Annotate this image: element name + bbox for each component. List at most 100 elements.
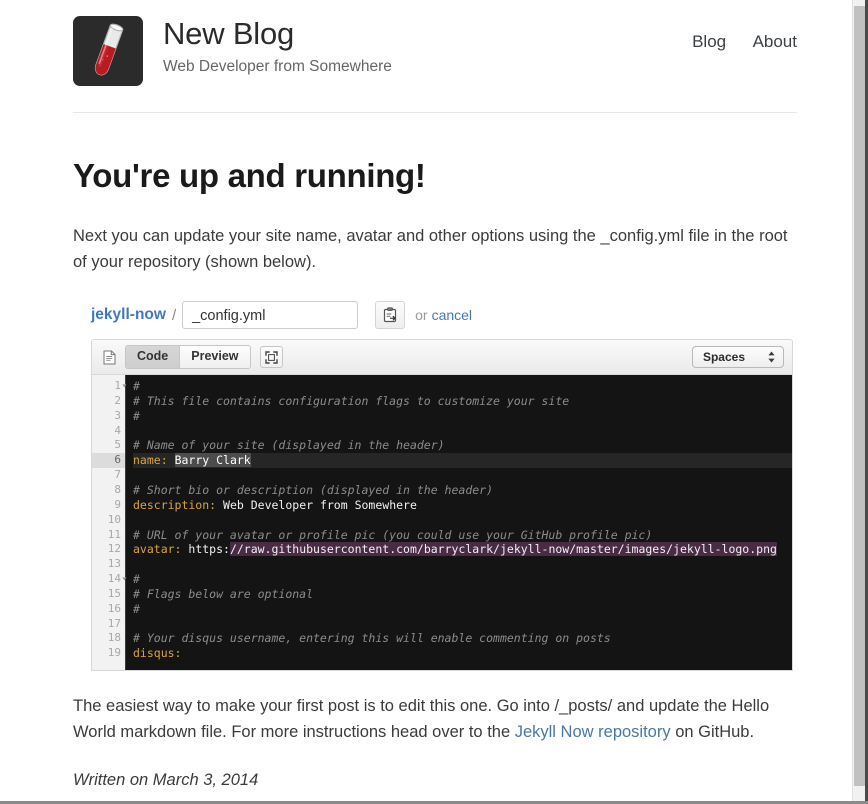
line-number: 17 xyxy=(107,616,121,630)
test-tube-icon xyxy=(94,23,124,76)
code-line: # xyxy=(133,409,792,424)
file-text-icon xyxy=(103,350,116,365)
code-token: # Your disqus username, entering this wi… xyxy=(133,631,611,646)
line-number: 10 xyxy=(107,512,121,526)
updown-arrows-icon xyxy=(767,350,776,364)
line-number: 5 xyxy=(114,438,121,452)
or-label: or xyxy=(415,307,428,324)
code-token: //raw.githubusercontent.com/barryclark/j… xyxy=(229,542,777,557)
code-token: # xyxy=(133,572,140,587)
line-number: 1 ▾ xyxy=(114,379,128,393)
post: You're up and running! Next you can upda… xyxy=(73,113,797,790)
code-line: # xyxy=(133,572,792,587)
code-lines[interactable]: # # This file contains configuration flag… xyxy=(126,375,792,670)
page-viewport: New Blog Web Developer from Somewhere Bl… xyxy=(0,0,852,804)
tab-code[interactable]: Code xyxy=(126,346,181,369)
line-number: 3 xyxy=(114,408,121,422)
code-line: # xyxy=(133,602,792,617)
post-intro-paragraph: Next you can update your site name, avat… xyxy=(73,226,788,271)
code-token: # Flags below are optional xyxy=(133,586,314,601)
site-nav: Blog About xyxy=(670,12,797,52)
line-number: 2 xyxy=(114,393,121,407)
code-token: # xyxy=(133,408,140,423)
code-line: avatar: https://raw.githubusercontent.co… xyxy=(133,542,792,557)
cancel-link[interactable]: cancel xyxy=(432,307,472,323)
code-token: # xyxy=(133,379,140,394)
code-token: Barry Clark xyxy=(174,453,251,468)
nav-link-about[interactable]: About xyxy=(753,32,797,51)
breadcrumb-repo-link[interactable]: jekyll-now xyxy=(91,306,166,324)
jekyll-now-repository-link[interactable]: Jekyll Now repository xyxy=(515,723,671,741)
line-number: 11 xyxy=(107,527,121,541)
site-name[interactable]: New Blog xyxy=(163,16,392,52)
code-token: Web Developer from Somewhere xyxy=(223,497,417,512)
editor-breadcrumb: jekyll-now / _config.yml or cancel xyxy=(73,297,795,339)
line-number: 18 xyxy=(107,631,121,645)
code-token: # Short bio or description (displayed in… xyxy=(133,482,494,497)
fullscreen-glyph xyxy=(264,350,278,364)
line-number: 4 xyxy=(114,423,121,437)
fullscreen-icon[interactable] xyxy=(259,346,283,369)
line-number: 9 xyxy=(114,497,121,511)
outro-text-after-link: on GitHub. xyxy=(670,723,755,742)
editor-panel: Code Preview Spaces 1 ▾ 2 3 4 5 6 7 8 9 … xyxy=(91,339,793,672)
avatar xyxy=(73,16,143,86)
indent-select[interactable]: Spaces xyxy=(691,346,784,369)
indent-select-label: Spaces xyxy=(702,350,745,365)
breadcrumb-separator: / xyxy=(171,306,177,324)
file-text-glyph xyxy=(103,350,116,365)
line-number: 12 xyxy=(107,542,121,556)
code-line: description: Web Developer from Somewher… xyxy=(133,498,792,513)
code-line: name: Barry Clark xyxy=(133,453,792,469)
line-number: 6 xyxy=(92,453,125,469)
code-token: name: xyxy=(133,453,168,468)
site-titles: New Blog Web Developer from Somewhere xyxy=(163,12,392,76)
line-number-gutter: 1 ▾ 2 3 4 5 6 7 8 9 10 11 12 13 14 ▾ 15 16 17 18 19 xyxy=(92,375,128,671)
code-token: # This file contains configuration flags… xyxy=(133,393,570,408)
code-line: # Your disqus username, entering this wi… xyxy=(133,631,792,646)
code-token: # xyxy=(133,601,140,616)
code-token: avatar: xyxy=(133,542,182,557)
line-number: 19 xyxy=(107,646,121,660)
filename-input[interactable]: _config.yml xyxy=(182,301,359,330)
code-token: https: xyxy=(188,542,230,557)
code-line: # Name of your site (displayed in the he… xyxy=(133,438,792,453)
clipboard-copy-icon[interactable] xyxy=(375,301,406,330)
code-token: description: xyxy=(133,497,217,512)
line-number: 8 xyxy=(114,482,121,496)
line-number: 7 xyxy=(114,468,121,482)
clipboard-copy-glyph xyxy=(383,307,396,323)
post-title: You're up and running! xyxy=(73,157,426,194)
line-number: 14 ▾ xyxy=(107,572,128,586)
code-line: disqus: xyxy=(133,646,792,661)
line-number: 15 xyxy=(107,586,121,600)
post-date: Written on March 3, 2014 xyxy=(73,771,259,790)
github-editor-screenshot: jekyll-now / _config.yml or cancel Code … xyxy=(73,297,795,672)
site-header: New Blog Web Developer from Somewhere Bl… xyxy=(73,12,797,113)
code-line: # Flags below are optional xyxy=(133,587,792,602)
nav-link-blog[interactable]: Blog xyxy=(692,32,726,51)
code-editor-area[interactable]: 1 ▾ 2 3 4 5 6 7 8 9 10 11 12 13 14 ▾ 15 16 17 18 19 # # This … xyxy=(92,375,792,671)
post-outro-paragraph: The easiest way to make your first post … xyxy=(73,693,797,745)
editor-view-tabs: Code Preview xyxy=(125,345,251,370)
code-line: # Short bio or description (displayed in… xyxy=(133,483,792,498)
code-token: disqus: xyxy=(133,646,182,661)
code-line: # URL of your avatar or profile pic (you… xyxy=(133,528,792,543)
code-line: # This file contains configuration flags… xyxy=(133,394,792,409)
content-wrapper: New Blog Web Developer from Somewhere Bl… xyxy=(55,0,797,790)
code-token: # Name of your site (displayed in the he… xyxy=(133,438,445,453)
code-token: # URL of your avatar or profile pic (you… xyxy=(133,527,653,542)
tab-preview[interactable]: Preview xyxy=(180,346,250,369)
code-line: # xyxy=(133,379,792,394)
editor-toolbar: Code Preview Spaces xyxy=(92,340,792,376)
line-number: 16 xyxy=(107,601,121,615)
line-number: 13 xyxy=(107,557,121,571)
updown-arrows-glyph xyxy=(768,351,775,363)
